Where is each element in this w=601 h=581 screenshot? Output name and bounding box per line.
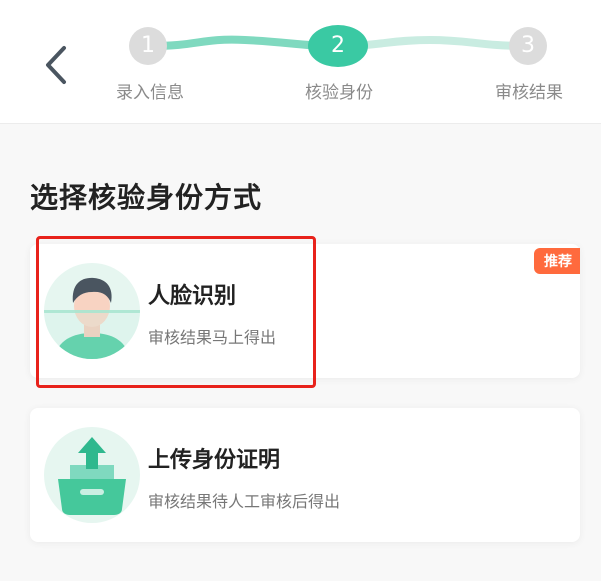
upload-id-option[interactable]: 上传身份证明 审核结果待人工审核后得出 <box>30 408 580 542</box>
option-title: 人脸识别 <box>148 284 237 309</box>
step-1-number: 1 <box>141 33 155 58</box>
step-2-number: 2 <box>331 33 345 58</box>
step-1-label: 录入信息 <box>116 83 184 103</box>
page-title: 选择核验身份方式 <box>30 181 263 214</box>
step-3-number: 3 <box>521 33 535 58</box>
option-subtitle: 审核结果马上得出 <box>148 328 277 347</box>
face-avatar-icon <box>44 263 140 359</box>
upload-folder-icon <box>44 427 140 523</box>
top-bar: 1 2 3 录入信息 核验身份 审核结果 <box>0 0 601 124</box>
face-recognition-option[interactable]: 人脸识别 审核结果马上得出 推荐 <box>30 244 580 378</box>
step-3-label: 审核结果 <box>495 83 563 103</box>
step-2-label: 核验身份 <box>305 83 373 103</box>
progress-stepper: 1 2 3 录入信息 核验身份 审核结果 <box>0 0 601 124</box>
option-title: 上传身份证明 <box>148 448 281 473</box>
option-subtitle: 审核结果待人工审核后得出 <box>148 492 341 511</box>
recommended-badge: 推荐 <box>534 248 580 274</box>
